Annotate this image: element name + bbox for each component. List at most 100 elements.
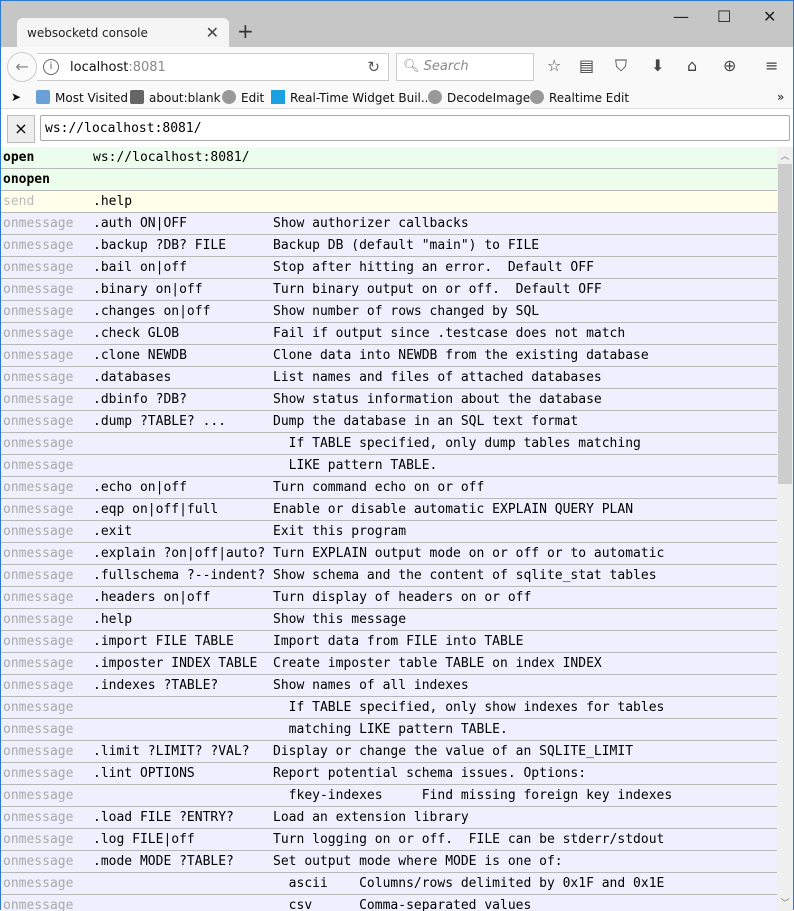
- row-type: onmessage: [3, 634, 74, 649]
- row-message: matching LIKE pattern TABLE.: [93, 722, 508, 737]
- log-row: onmessage .bail on|off Stop after hitting…: [1, 257, 777, 279]
- bookmark-edit[interactable]: Edit: [222, 90, 264, 105]
- bookmarks-overflow-button[interactable]: »: [777, 90, 784, 104]
- row-message: .dbinfo ?DB? Show status information abo…: [93, 392, 602, 407]
- log-row: onmessage .clone NEWDB Clone data into NE…: [1, 345, 777, 367]
- row-type: onmessage: [3, 282, 74, 297]
- log-row: onmessage .help Show this message: [1, 609, 777, 631]
- close-tab-icon[interactable]: ✕: [206, 23, 219, 42]
- log-row: onmessage .auth ON|OFF Show authorizer ca…: [1, 213, 777, 235]
- scrollbar[interactable]: ︿ ﹀: [777, 147, 793, 911]
- row-type: onmessage: [3, 436, 74, 451]
- tab-title: websocketd console: [27, 26, 148, 40]
- scrollbar-thumb[interactable]: [778, 164, 792, 484]
- row-message: .fullschema ?--indent? Show schema and t…: [93, 568, 657, 583]
- log-row: onmessage .backup ?DB? FILE Backup DB (de…: [1, 235, 777, 257]
- log-row: send .help: [1, 191, 777, 213]
- row-message: .limit ?LIMIT? ?VAL? Display or change t…: [93, 744, 634, 759]
- log-row: onmessage .exit Exit this program: [1, 521, 777, 543]
- bookmark-decodeimage[interactable]: DecodeImage: [428, 90, 530, 105]
- log-row: onmessage .log FILE|off Turn logging on o…: [1, 829, 777, 851]
- row-message: .dump ?TABLE? ... Dump the database in a…: [93, 414, 579, 429]
- row-message: .backup ?DB? FILE Backup DB (default "ma…: [93, 238, 540, 253]
- reload-icon[interactable]: ↻: [367, 58, 380, 76]
- row-type: onmessage: [3, 260, 74, 275]
- menu-icon[interactable]: ≡: [765, 56, 778, 75]
- row-message: .log FILE|off Turn logging on or off. FI…: [93, 832, 665, 847]
- row-message: .explain ?on|off|auto? Turn EXPLAIN outp…: [93, 546, 665, 561]
- log-row: onmessage .headers on|off Turn display of…: [1, 587, 777, 609]
- row-message: .changes on|off Show number of rows chan…: [93, 304, 540, 319]
- bookmarks-bar: ➤ Most Visited about:blank Edit Real-Tim…: [1, 87, 793, 109]
- row-type: onmessage: [3, 766, 74, 781]
- send-icon[interactable]: ➤: [11, 90, 21, 104]
- row-type: onopen: [3, 172, 50, 187]
- log-row: onmessage .binary on|off Turn binary outp…: [1, 279, 777, 301]
- row-type: onmessage: [3, 392, 74, 407]
- row-message: .help: [93, 194, 133, 209]
- scroll-down-icon[interactable]: ﹀: [777, 896, 793, 909]
- search-input[interactable]: 🔍︎ Search: [396, 53, 534, 81]
- websocket-url-input[interactable]: [40, 115, 790, 141]
- bookmark-realtime-edit[interactable]: Realtime Edit: [530, 90, 629, 105]
- close-window-button[interactable]: ✕: [763, 7, 776, 26]
- log-row: onmessage .explain ?on|off|auto? Turn EXP…: [1, 543, 777, 565]
- title-bar: websocketd console ✕ + — ☐ ✕: [1, 1, 793, 48]
- log-row: onopen: [1, 169, 777, 191]
- download-icon[interactable]: ⬇: [651, 56, 664, 75]
- reading-list-icon[interactable]: ▤: [579, 56, 594, 75]
- pocket-icon[interactable]: ⛉: [615, 56, 627, 76]
- browser-tab[interactable]: websocketd console ✕: [17, 18, 229, 48]
- row-type: send: [3, 194, 35, 209]
- row-type: onmessage: [3, 414, 74, 429]
- row-message: ws://localhost:8081/: [93, 150, 250, 165]
- row-message: .bail on|off Stop after hitting an error…: [93, 260, 594, 275]
- home-icon[interactable]: ⌂: [687, 56, 697, 75]
- row-type: onmessage: [3, 832, 74, 847]
- log-row: open ws://localhost:8081/: [1, 147, 777, 169]
- minimize-button[interactable]: —: [673, 7, 689, 26]
- row-type: onmessage: [3, 678, 74, 693]
- row-type: onmessage: [3, 788, 74, 803]
- log-row: onmessage .echo on|off Turn command echo …: [1, 477, 777, 499]
- log-row: onmessage .imposter INDEX TABLE Create im…: [1, 653, 777, 675]
- log-row: onmessage .load FILE ?ENTRY? Load an exte…: [1, 807, 777, 829]
- row-message: .indexes ?TABLE? Show names of all index…: [93, 678, 469, 693]
- row-type: onmessage: [3, 480, 74, 495]
- row-type: onmessage: [3, 458, 74, 473]
- log-row: onmessage .databases List names and files…: [1, 367, 777, 389]
- log-row: onmessage .lint OPTIONS Report potential …: [1, 763, 777, 785]
- row-type: onmessage: [3, 810, 74, 825]
- search-icon: 🔍︎: [403, 59, 420, 74]
- log-row: onmessage .fullschema ?--indent? Show sch…: [1, 565, 777, 587]
- message-log: open ws://localhost:8081/onopen send .help o…: [1, 147, 777, 911]
- bookmark-about-blank[interactable]: about:blank: [130, 90, 221, 105]
- back-button[interactable]: ←: [7, 52, 37, 82]
- disconnect-button[interactable]: ×: [7, 115, 35, 143]
- new-tab-button[interactable]: +: [237, 19, 254, 43]
- row-type: onmessage: [3, 348, 74, 363]
- row-type: onmessage: [3, 700, 74, 715]
- row-type: onmessage: [3, 304, 74, 319]
- log-row: onmessage csv Comma-separated values: [1, 895, 777, 911]
- bookmark-star-icon[interactable]: ☆: [547, 56, 561, 75]
- row-type: onmessage: [3, 524, 74, 539]
- row-type: onmessage: [3, 876, 74, 891]
- log-row: onmessage .limit ?LIMIT? ?VAL? Display or…: [1, 741, 777, 763]
- maximize-button[interactable]: ☐: [717, 7, 731, 26]
- scroll-up-icon[interactable]: ︿: [777, 149, 793, 162]
- info-icon[interactable]: i: [43, 59, 59, 75]
- bookmark-real-time-widget[interactable]: Real-Time Widget Buil...: [271, 90, 432, 105]
- row-message: .clone NEWDB Clone data into NEWDB from …: [93, 348, 649, 363]
- url-text: localhost:8081: [70, 60, 166, 75]
- log-row: onmessage LIKE pattern TABLE.: [1, 455, 777, 477]
- bookmark-most-visited[interactable]: Most Visited: [36, 90, 128, 105]
- log-row: onmessage .indexes ?TABLE? Show names of …: [1, 675, 777, 697]
- log-row: onmessage .import FILE TABLE Import data …: [1, 631, 777, 653]
- log-row: onmessage fkey-indexes Find missing fore…: [1, 785, 777, 807]
- row-type: onmessage: [3, 568, 74, 583]
- row-message: .headers on|off Turn display of headers …: [93, 590, 532, 605]
- web-developer-icon[interactable]: ⊕: [723, 56, 736, 75]
- row-type: onmessage: [3, 612, 74, 627]
- url-bar[interactable]: i localhost:8081 ↻: [37, 53, 389, 81]
